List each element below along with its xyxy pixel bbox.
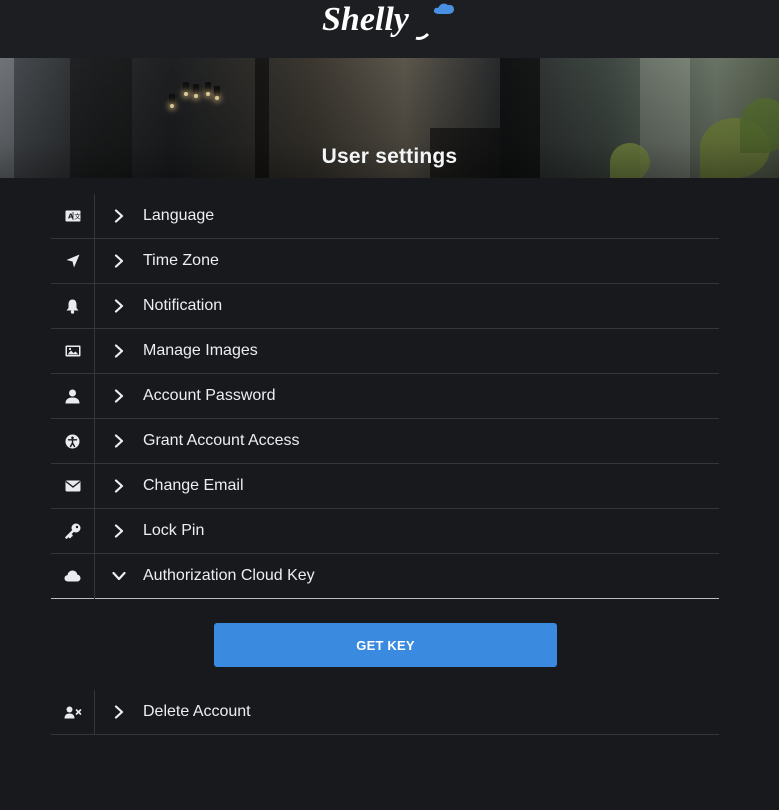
settings-item-label: Time Zone <box>143 252 219 269</box>
shelly-logo[interactable]: Shelly <box>318 0 458 44</box>
settings-item-account-password[interactable]: Account Password <box>51 373 719 419</box>
settings-item-manage-images[interactable]: Manage Images <box>51 328 719 374</box>
settings-item-label: Account Password <box>143 387 276 404</box>
settings-item-lock-pin[interactable]: Lock Pin <box>51 508 719 554</box>
image-icon <box>51 328 95 374</box>
accessibility-icon <box>51 418 95 464</box>
settings-item-label: Manage Images <box>143 342 258 359</box>
cloud-icon <box>51 553 95 599</box>
get-key-button[interactable]: GET KEY <box>214 623 557 667</box>
chevron-right-icon <box>95 254 143 268</box>
language-icon: A文 <box>51 193 95 239</box>
key-icon <box>51 508 95 554</box>
settings-item-label: Lock Pin <box>143 522 205 539</box>
settings-item-label: Delete Account <box>143 703 251 720</box>
svg-text:文: 文 <box>74 212 81 221</box>
location-arrow-icon <box>51 238 95 284</box>
chevron-right-icon <box>95 344 143 358</box>
bell-icon <box>51 283 95 329</box>
hero-banner: User settings <box>0 58 779 178</box>
chevron-right-icon <box>95 299 143 313</box>
chevron-right-icon <box>95 209 143 223</box>
settings-item-language[interactable]: A文 Language <box>51 193 719 239</box>
settings-list-secondary: Delete Account <box>51 689 719 735</box>
settings-item-label: Grant Account Access <box>143 432 300 449</box>
user-icon <box>51 373 95 419</box>
settings-item-label: Language <box>143 207 215 224</box>
settings-item-label: Change Email <box>143 477 244 494</box>
top-bar: Shelly <box>0 0 779 58</box>
chevron-right-icon <box>95 389 143 403</box>
page-title: User settings <box>321 145 458 168</box>
chevron-right-icon <box>95 479 143 493</box>
chevron-right-icon <box>95 705 143 719</box>
logo-text: Shelly <box>322 1 410 38</box>
user-remove-icon <box>51 689 95 735</box>
settings-item-delete-account[interactable]: Delete Account <box>51 689 719 735</box>
settings-item-change-email[interactable]: Change Email <box>51 463 719 509</box>
envelope-icon <box>51 463 95 509</box>
logo-cloud-icon <box>433 3 454 15</box>
chevron-right-icon <box>95 434 143 448</box>
chevron-down-icon <box>95 571 143 581</box>
settings-item-label: Notification <box>143 297 223 314</box>
settings-list: A文 Language Time Zone Notification Manag… <box>51 193 719 599</box>
settings-item-label: Authorization Cloud Key <box>143 567 315 584</box>
settings-item-time-zone[interactable]: Time Zone <box>51 238 719 284</box>
chevron-right-icon <box>95 524 143 538</box>
settings-item-authorization-cloud-key[interactable]: Authorization Cloud Key <box>51 553 719 599</box>
settings-item-grant-account-access[interactable]: Grant Account Access <box>51 418 719 464</box>
settings-item-notification[interactable]: Notification <box>51 283 719 329</box>
